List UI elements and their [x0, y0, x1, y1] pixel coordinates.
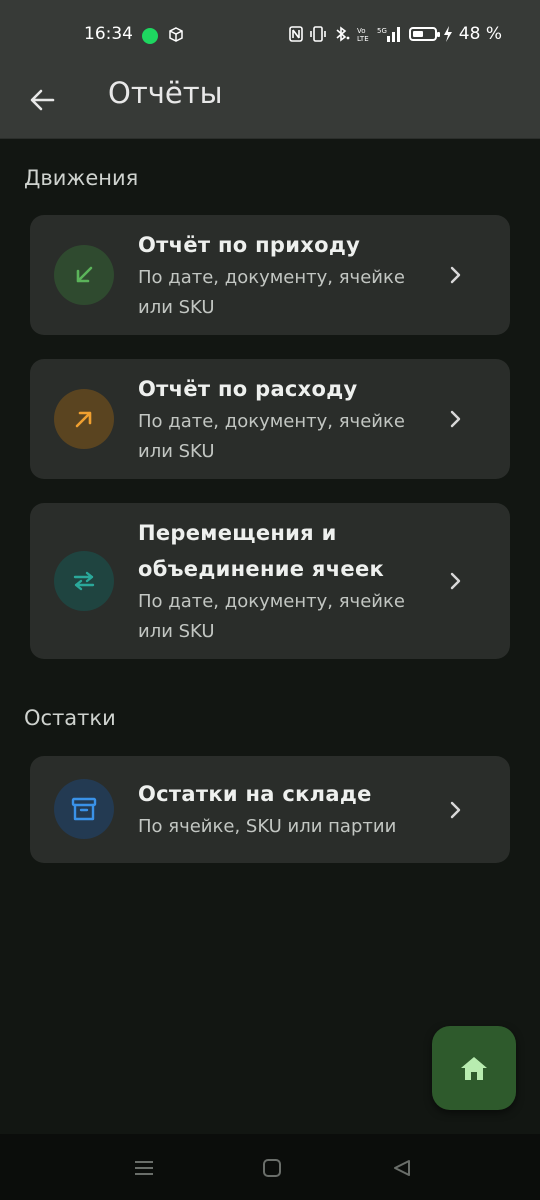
volte-icon: VoLTE [357, 27, 369, 42]
archive-box-icon [71, 797, 97, 821]
back-nav-button[interactable] [388, 1154, 416, 1182]
vibrate-icon [309, 26, 326, 42]
report-card-shipment[interactable]: Отчёт по расходу По дате, документу, яче… [30, 359, 510, 479]
report-card-transfers[interactable]: Перемещения и объединение ячеек По дате,… [30, 503, 510, 659]
battery-icon [408, 27, 440, 41]
recents-icon [135, 1161, 153, 1175]
section-label-stock: Остатки [24, 706, 116, 730]
recents-button[interactable] [130, 1154, 158, 1182]
battery-percent: 48 % [458, 24, 502, 44]
system-nav-bar [0, 1134, 540, 1200]
app-bar: Отчёты [0, 72, 540, 139]
report-card-receipt[interactable]: Отчёт по приходу По дате, документу, яче… [30, 215, 510, 335]
card-subtitle: По дате, документу, ячейке или SKU [138, 411, 405, 462]
transfer-icon-badge [54, 551, 114, 611]
chevron-right-icon [450, 572, 461, 590]
spotify-icon [142, 28, 158, 44]
page-title: Отчёты [108, 76, 223, 110]
report-card-stock[interactable]: Остатки на складе По ячейке, SKU или пар… [30, 756, 510, 863]
home-icon [461, 1057, 487, 1080]
stock-icon-badge [54, 779, 114, 839]
receipt-icon-badge [54, 245, 114, 305]
back-nav-icon [394, 1160, 410, 1176]
arrow-down-left-icon [76, 266, 93, 283]
card-subtitle: По ячейке, SKU или партии [138, 816, 397, 837]
battery-level [412, 31, 423, 37]
svg-text:LTE: LTE [357, 35, 369, 42]
card-title: Отчёт по приходу [138, 233, 361, 257]
shipment-icon-badge [54, 389, 114, 449]
card-title: Остатки на складе [138, 782, 372, 806]
section-label-movements: Движения [24, 166, 139, 190]
status-icons: Vo LTE 5G 48 % [288, 24, 502, 44]
home-nav-icon [263, 1159, 281, 1177]
home-fab-button[interactable] [432, 1026, 516, 1110]
card-title: Перемещения и объединение ячеек [138, 521, 385, 581]
chevron-right-icon [450, 266, 461, 284]
svg-text:Vo: Vo [357, 27, 366, 35]
status-bar: 16:34 Vo LTE 5G 48 % [0, 0, 540, 72]
svg-text:5G: 5G [377, 27, 387, 35]
box-icon [169, 27, 183, 42]
nfc-icon [288, 26, 303, 42]
back-button[interactable] [22, 80, 62, 120]
chevron-right-icon [450, 410, 461, 428]
card-subtitle: По дате, документу, ячейке или SKU [138, 591, 405, 642]
bluetooth-icon [336, 26, 350, 42]
card-subtitle: По дате, документу, ячейке или SKU [138, 267, 405, 318]
home-nav-button[interactable] [258, 1154, 286, 1182]
swap-arrows-icon [73, 571, 95, 591]
status-time: 16:34 [84, 24, 133, 44]
signal-5g-icon: 5G [377, 27, 400, 42]
charging-icon [443, 26, 452, 42]
arrow-up-right-icon [75, 411, 92, 428]
chevron-right-icon [450, 801, 461, 819]
arrow-left-icon [30, 89, 55, 111]
card-title: Отчёт по расходу [138, 377, 358, 401]
